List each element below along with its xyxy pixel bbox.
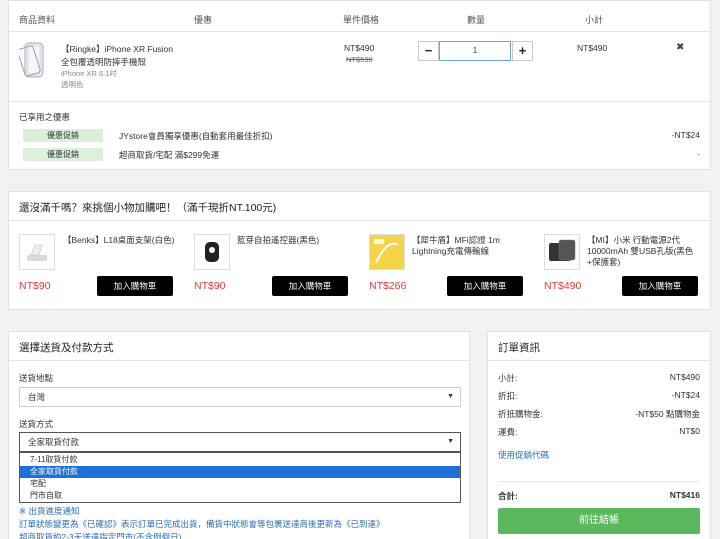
method-select[interactable]: 全家取貨付款 ▼ xyxy=(19,432,461,452)
addon-item-price: NT$266 xyxy=(369,280,407,292)
addon-item-name[interactable]: 【MI】小米 行動電源2代 10000mAh 雙USB孔版(黑色+保護套) xyxy=(587,235,702,268)
addon-item-name[interactable]: 【犀牛盾】MFi認證 1m Lightning充電傳輸線 xyxy=(412,235,527,257)
shipping-title: 選擇送貨及付款方式 xyxy=(19,342,114,354)
summary-value: NT$0 xyxy=(679,426,700,436)
summary-label: 折扣: xyxy=(498,391,518,401)
original-price: NT$590 xyxy=(346,55,373,64)
method-label: 送貨方式 xyxy=(19,419,54,429)
total-value: NT$416 xyxy=(669,490,700,500)
summary-title: 訂單資訊 xyxy=(498,342,540,354)
add-to-cart-button[interactable]: 加入購物車 xyxy=(97,276,173,296)
addon-item-image[interactable] xyxy=(19,234,55,270)
promo-amount: - xyxy=(697,149,700,159)
item-subtotal: NT$490 xyxy=(577,43,608,53)
qty-input[interactable]: 1 xyxy=(439,41,511,61)
row-divider xyxy=(9,101,710,102)
summary-label: 小計: xyxy=(498,373,518,383)
addon-title: 還沒滿千嗎？來挑個小物加購吧！（滿千現折NT.100元) xyxy=(19,202,277,214)
checkout-button[interactable]: 前往結帳 xyxy=(498,508,700,534)
region-select[interactable]: 台灣 ▼ xyxy=(19,387,461,407)
cart-panel: 商品資料 優惠 單件價格 數量 小計 【Ringke】iPhone XR Fus… xyxy=(8,0,711,170)
method-dropdown-list: 7-11取貨付款 全家取貨付款 宅配 門市自取 xyxy=(19,452,461,503)
applied-discounts-title: 已享用之優惠 xyxy=(19,112,71,122)
notice-line: 超商取貨約2-3天送達指定門市(不含例假日) xyxy=(19,532,182,539)
total-divider xyxy=(498,481,700,482)
addon-item-name[interactable]: 藍芽自拍遙控器(黑色) xyxy=(237,235,347,246)
region-label: 送貨地點 xyxy=(19,373,54,383)
addon-item-price: NT$90 xyxy=(194,280,226,292)
shipping-panel: 選擇送貨及付款方式 送貨地點 台灣 ▼ 送貨方式 全家取貨付款 ▼ 7-11取貨… xyxy=(8,331,470,539)
notice-line: 訂單狀態變更為《已確認》表示訂單已完成出貨，備貨中狀態會等包裹送達商後更新為《已… xyxy=(19,519,385,529)
region-select-value: 台灣 xyxy=(28,392,46,402)
promo-amount: -NT$24 xyxy=(671,130,700,140)
col-discount: 優惠 xyxy=(194,15,213,25)
product-color: 透明色 xyxy=(61,80,84,89)
header-divider xyxy=(9,31,710,32)
addon-item-image[interactable] xyxy=(194,234,230,270)
summary-value: -NT$24 xyxy=(671,390,700,400)
product-model: iPhone XR 6.1吋 xyxy=(61,69,117,78)
chevron-down-icon: ▼ xyxy=(447,393,454,400)
method-select-value: 全家取貨付款 xyxy=(28,437,80,447)
product-name-line2[interactable]: 全包覆透明防摔手機殼 xyxy=(61,56,146,68)
summary-divider xyxy=(488,360,710,361)
dropdown-option-selected[interactable]: 全家取貨付款 xyxy=(20,466,460,478)
qty-plus-button[interactable]: + xyxy=(512,41,533,61)
summary-label: 運費: xyxy=(498,427,518,437)
remove-item-icon[interactable]: ✖ xyxy=(676,42,684,53)
col-unit-price: 單件價格 xyxy=(343,15,380,25)
order-summary-panel: 訂單資訊 小計: NT$490 折扣: -NT$24 折抵購物金: -NT$50… xyxy=(487,331,711,539)
summary-label: 折抵購物金: xyxy=(498,409,543,419)
addon-item-image[interactable] xyxy=(369,234,405,270)
addon-item-price: NT$90 xyxy=(19,280,51,292)
summary-value: NT$490 xyxy=(669,372,700,382)
promo-text: JYstore會員獨享優惠(自動套用最佳折扣) xyxy=(119,131,273,141)
promo-code-link[interactable]: 使用促銷代碼 xyxy=(498,449,549,461)
qty-minus-button[interactable]: − xyxy=(418,41,439,61)
promo-badge: 優惠促銷 xyxy=(23,148,103,161)
product-image[interactable] xyxy=(17,41,51,79)
chevron-down-icon: ▼ xyxy=(447,438,454,445)
dropdown-option[interactable]: 宅配 xyxy=(20,478,460,490)
addon-item-image[interactable] xyxy=(544,234,580,270)
total-label: 合計: xyxy=(498,491,518,501)
add-to-cart-button[interactable]: 加入購物車 xyxy=(272,276,348,296)
addon-divider xyxy=(9,220,710,221)
col-product: 商品資料 xyxy=(19,15,56,25)
add-to-cart-button[interactable]: 加入購物車 xyxy=(447,276,523,296)
addon-panel: 還沒滿千嗎？來挑個小物加購吧！（滿千現折NT.100元) 【Benks】L18桌… xyxy=(8,191,711,310)
unit-price: NT$490 xyxy=(344,43,375,53)
notice-title: ※ 出貨進度通知 xyxy=(19,506,80,516)
add-to-cart-button[interactable]: 加入購物車 xyxy=(622,276,698,296)
promo-badge: 優惠促銷 xyxy=(23,129,103,142)
promo-text: 超商取貨/宅配 滿$299免運 xyxy=(119,150,220,160)
shipping-divider xyxy=(9,360,469,361)
summary-value: -NT$50 點購物金 xyxy=(635,409,700,419)
dropdown-option[interactable]: 門市自取 xyxy=(20,490,460,502)
col-quantity: 數量 xyxy=(467,15,486,25)
addon-item-price: NT$490 xyxy=(544,280,582,292)
addon-item-name[interactable]: 【Benks】L18桌面支架(白色) xyxy=(63,235,183,246)
product-name-line1[interactable]: 【Ringke】iPhone XR Fusion xyxy=(61,43,173,55)
dropdown-option[interactable]: 7-11取貨付款 xyxy=(20,454,460,466)
col-subtotal: 小計 xyxy=(585,15,604,25)
